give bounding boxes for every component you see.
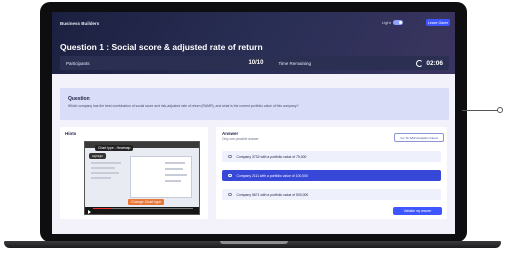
video-tag-highlight: Highlight (89, 153, 106, 159)
brand-name: Business Builders (60, 21, 100, 26)
laptop-notch (220, 241, 288, 244)
header: Business Builders Light Leave Game Quest… (52, 12, 455, 74)
video-tag-change-chart: Change Chart type (128, 199, 165, 205)
video-content-line (91, 177, 111, 179)
leave-game-button[interactable]: Leave Game (426, 19, 450, 26)
stats-bar: Participants 10/10 Time Remaining 02:06 (60, 56, 449, 70)
timer-value: 02:06 (426, 59, 443, 67)
callout-line (462, 110, 500, 111)
answer-panel: Answer Only one possible answer. Go To S… (216, 127, 447, 219)
answer-label: Answer (222, 131, 239, 136)
time-remaining-label: Time Remaining (278, 60, 312, 66)
video-content-line (91, 167, 115, 169)
timer: 02:06 (416, 59, 443, 67)
video-content-line (165, 168, 183, 170)
validate-answer-button[interactable]: Validate my answer (393, 207, 442, 215)
video-content-line (165, 174, 187, 176)
hint-video[interactable]: Chart type - Heatmap Highlight Change Ch… (84, 141, 200, 215)
question-label: Question (68, 96, 90, 102)
video-progress[interactable] (93, 208, 193, 209)
answer-option-3[interactable]: Company 5671 with a portfolio value of 5… (222, 189, 441, 200)
answer-option-label: Company 3732 with a portfolio value of 7… (236, 154, 307, 159)
answer-option-1[interactable]: Company 3732 with a portfolio value of 7… (222, 151, 441, 162)
radio-icon[interactable] (228, 192, 232, 197)
toggle-switch-icon[interactable] (392, 20, 403, 25)
callout-dot (497, 107, 503, 113)
participants-label: Participants (66, 60, 90, 66)
video-tag-chart-type: Chart type - Heatmap (95, 145, 134, 151)
theme-toggle[interactable]: Light (382, 20, 403, 25)
answer-option-label: Company 2111 with a portfolio value of 1… (236, 173, 308, 178)
answer-option-label: Company 5671 with a portfolio value of 5… (236, 192, 309, 197)
timer-icon (416, 59, 424, 67)
participants-card: Participants 10/10 (60, 56, 270, 70)
theme-toggle-label: Light (382, 20, 391, 25)
question-text: Which company has the best combination o… (68, 104, 299, 108)
video-content-line (165, 180, 181, 182)
participants-value: 10/10 (248, 60, 264, 66)
app-screen: Business Builders Light Leave Game Quest… (52, 12, 455, 234)
video-content-line (91, 172, 119, 174)
radio-icon[interactable] (228, 154, 232, 159)
video-content-line (165, 162, 185, 164)
hints-panel: Hints Chart type - Heatmap Highlight Cha… (60, 127, 208, 219)
time-remaining-card: Time Remaining 02:06 (272, 56, 449, 70)
question-title: Question 1 : Social score & adjusted rat… (60, 42, 263, 52)
answer-subtitle: Only one possible answer. (222, 137, 260, 141)
answer-option-2[interactable]: Company 2111 with a portfolio value of 1… (222, 170, 441, 181)
question-box: Question Which company has the best comb… (60, 88, 449, 120)
goto-sap-button[interactable]: Go To SAP Analytics Cloud (394, 133, 444, 142)
hints-label: Hints (65, 131, 77, 136)
video-content-line (91, 162, 121, 164)
play-icon[interactable] (88, 210, 91, 214)
radio-selected-icon[interactable] (228, 173, 232, 178)
